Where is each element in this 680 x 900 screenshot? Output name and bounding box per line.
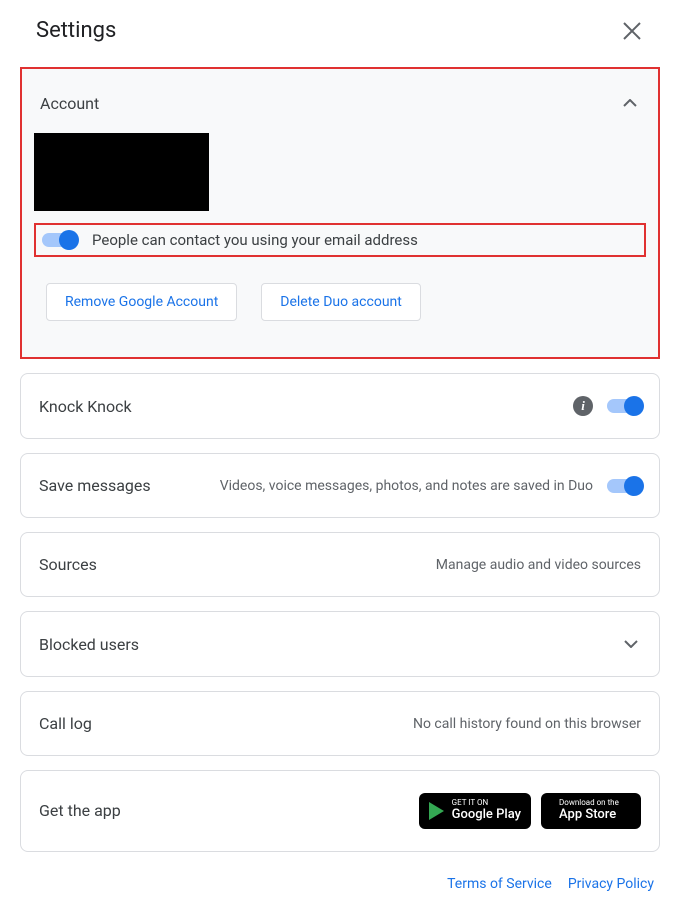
delete-duo-account-button[interactable]: Delete Duo account (261, 283, 421, 321)
google-play-icon (429, 802, 444, 820)
save-messages-title: Save messages (39, 476, 151, 495)
google-play-big-text: Google Play (452, 807, 521, 823)
sources-desc: Manage audio and video sources (436, 557, 641, 573)
toggle-knob (59, 230, 79, 250)
save-messages-section: Save messages Videos, voice messages, ph… (20, 453, 660, 518)
toggle-knob (624, 396, 644, 416)
email-contact-row: People can contact you using your email … (34, 223, 646, 257)
close-button[interactable] (620, 19, 644, 43)
knock-knock-title: Knock Knock (39, 397, 132, 416)
footer-links: Terms of Service Privacy Policy (20, 866, 660, 892)
info-icon[interactable]: i (573, 396, 593, 416)
close-icon (623, 22, 641, 40)
account-title: Account (40, 94, 99, 113)
save-messages-toggle[interactable] (607, 479, 641, 493)
sources-section[interactable]: Sources Manage audio and video sources (20, 532, 660, 597)
call-log-section: Call log No call history found on this b… (20, 691, 660, 756)
email-contact-toggle[interactable] (42, 233, 76, 247)
call-log-title: Call log (39, 714, 92, 733)
knock-knock-toggle[interactable] (607, 399, 641, 413)
app-store-big-text: App Store (559, 807, 619, 823)
account-buttons: Remove Google Account Delete Duo account (22, 283, 658, 357)
get-the-app-title: Get the app (39, 801, 121, 820)
terms-of-service-link[interactable]: Terms of Service (447, 876, 552, 892)
get-the-app-section: Get the app GET IT ON Google Play Downlo… (20, 770, 660, 852)
app-store-small-text: Download on the (559, 799, 619, 807)
privacy-policy-link[interactable]: Privacy Policy (568, 876, 654, 892)
chevron-down-icon (621, 634, 641, 654)
google-play-small-text: GET IT ON (452, 799, 521, 807)
app-store-badge[interactable]: Download on the App Store (541, 793, 641, 829)
toggle-knob (624, 476, 644, 496)
chevron-up-icon (620, 93, 640, 113)
google-play-badge[interactable]: GET IT ON Google Play (419, 793, 531, 829)
blocked-users-section[interactable]: Blocked users (20, 611, 660, 677)
page-title: Settings (36, 18, 116, 43)
settings-header: Settings (20, 18, 660, 43)
account-identity-redacted (34, 133, 209, 211)
call-log-desc: No call history found on this browser (413, 716, 641, 732)
knock-knock-section: Knock Knock i (20, 373, 660, 439)
remove-google-account-button[interactable]: Remove Google Account (46, 283, 237, 321)
email-contact-label: People can contact you using your email … (92, 231, 418, 249)
sources-title: Sources (39, 555, 97, 574)
account-header-row[interactable]: Account (22, 69, 658, 133)
account-section: Account People can contact you using you… (20, 67, 660, 359)
save-messages-desc: Videos, voice messages, photos, and note… (220, 478, 593, 494)
blocked-users-title: Blocked users (39, 635, 139, 654)
